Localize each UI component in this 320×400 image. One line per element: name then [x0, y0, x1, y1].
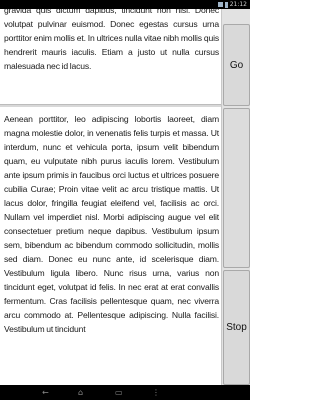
menu-icon[interactable]: ⋮ [152, 388, 160, 397]
recent-apps-icon[interactable]: ▭ [115, 388, 123, 397]
home-icon[interactable]: ⌂ [78, 388, 83, 397]
status-time: 21:12 [229, 1, 247, 8]
battery-icon [224, 1, 228, 8]
screen: 21:12 gravida quis dictum dapibus, tinci… [0, 0, 250, 400]
status-icons: 21:12 [217, 0, 247, 9]
status-bar: 21:12 [0, 0, 250, 9]
go-button[interactable]: Go [223, 24, 250, 106]
paragraph-divider [0, 104, 222, 107]
stop-button[interactable]: Stop [223, 270, 250, 385]
middle-button[interactable] [223, 108, 250, 268]
wifi-icon [217, 2, 223, 7]
navigation-bar: ← ⌂ ▭ ⋮ [0, 385, 250, 400]
paragraph-2: Aenean porttitor, leo adipiscing loborti… [4, 114, 219, 334]
paragraph-1: gravida quis dictum dapibus, tincidunt n… [4, 9, 219, 71]
reader-text-area[interactable]: gravida quis dictum dapibus, tincidunt n… [0, 9, 222, 385]
back-icon[interactable]: ← [42, 388, 49, 397]
